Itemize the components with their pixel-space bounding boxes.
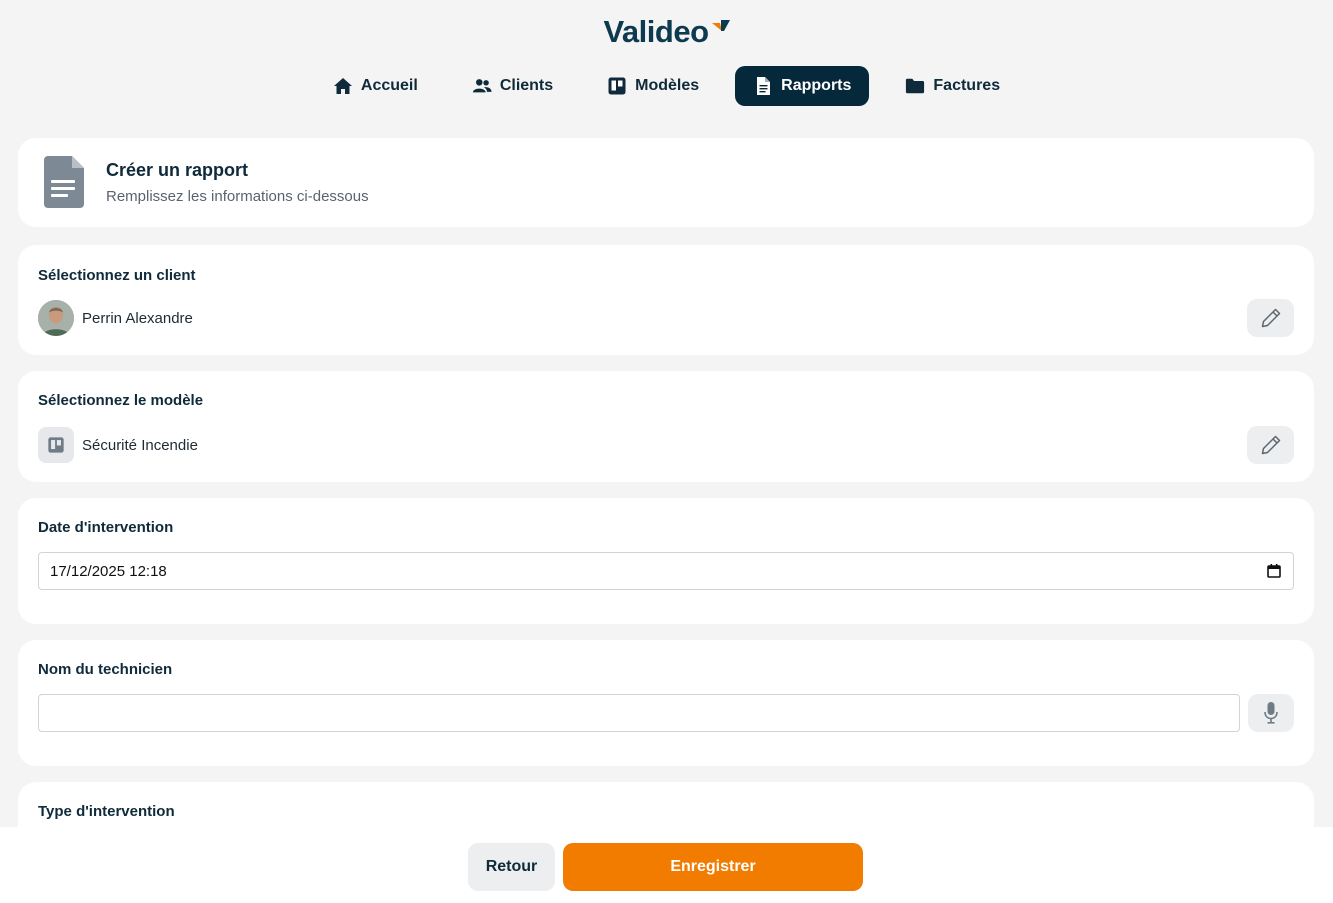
main-nav: Accueil Clients Modèles Rapports Facture… xyxy=(0,66,1333,106)
nav-item-label: Modèles xyxy=(635,77,700,94)
page-subtitle: Remplissez les informations ci-dessous xyxy=(106,188,369,205)
selected-model: Sécurité Incendie xyxy=(38,427,198,463)
edit-model-button[interactable] xyxy=(1247,426,1294,464)
technician-section: Nom du technicien xyxy=(18,640,1314,766)
document-icon xyxy=(757,77,771,95)
nav-item-label: Clients xyxy=(499,77,554,94)
edit-client-button[interactable] xyxy=(1247,299,1294,337)
nav-item-accueil[interactable]: Accueil xyxy=(315,66,436,106)
date-input[interactable]: 17/12/2025 12:18 xyxy=(38,552,1294,590)
date-label: Date d'intervention xyxy=(38,519,174,536)
folder-icon xyxy=(906,78,925,94)
nav-item-rapports[interactable]: Rapports xyxy=(735,66,870,106)
nav-item-label: Factures xyxy=(933,77,1001,94)
selected-client: Perrin Alexandre xyxy=(38,300,193,336)
page-header-card: Créer un rapport Remplissez les informat… xyxy=(18,138,1314,227)
nav-item-clients[interactable]: Clients xyxy=(454,66,571,106)
model-section: Sélectionnez le modèle Sécurité Incendie xyxy=(18,371,1314,482)
template-icon xyxy=(608,77,626,95)
date-value: 17/12/2025 12:18 xyxy=(50,562,167,580)
pencil-icon xyxy=(1261,435,1280,455)
calendar-icon[interactable] xyxy=(1266,563,1282,579)
nav-item-label: Accueil xyxy=(360,77,418,94)
client-name: Perrin Alexandre xyxy=(82,309,193,327)
model-label: Sélectionnez le modèle xyxy=(38,392,204,409)
template-icon xyxy=(48,437,64,453)
page-title: Créer un rapport xyxy=(106,160,249,180)
save-button[interactable]: Enregistrer xyxy=(563,843,863,891)
pencil-icon xyxy=(1261,308,1280,328)
model-name: Sécurité Incendie xyxy=(82,436,198,454)
nav-item-label: Rapports xyxy=(781,77,852,94)
avatar-photo xyxy=(38,300,74,336)
nav-item-modeles[interactable]: Modèles xyxy=(589,66,717,106)
technician-label: Nom du technicien xyxy=(38,661,173,678)
back-button[interactable]: Retour xyxy=(468,843,555,891)
home-icon xyxy=(333,78,352,94)
users-icon xyxy=(472,79,492,93)
microphone-icon xyxy=(1264,702,1278,724)
logo-check-icon xyxy=(711,20,730,31)
app-logo: Valideo xyxy=(0,14,1333,50)
intervention-type-label: Type d'intervention xyxy=(38,803,175,820)
model-icon-box xyxy=(38,427,74,463)
footer-bar: Retour Enregistrer xyxy=(0,827,1333,903)
avatar xyxy=(38,300,74,336)
logo-text: Valideo xyxy=(603,14,709,49)
nav-item-factures[interactable]: Factures xyxy=(887,66,1018,106)
document-icon xyxy=(44,156,84,208)
technician-name-input[interactable] xyxy=(38,694,1240,732)
date-section: Date d'intervention 17/12/2025 12:18 xyxy=(18,498,1314,624)
voice-input-button[interactable] xyxy=(1248,694,1294,732)
client-label: Sélectionnez un client xyxy=(38,267,196,284)
client-section: Sélectionnez un client Perrin Alexandre xyxy=(18,245,1314,355)
